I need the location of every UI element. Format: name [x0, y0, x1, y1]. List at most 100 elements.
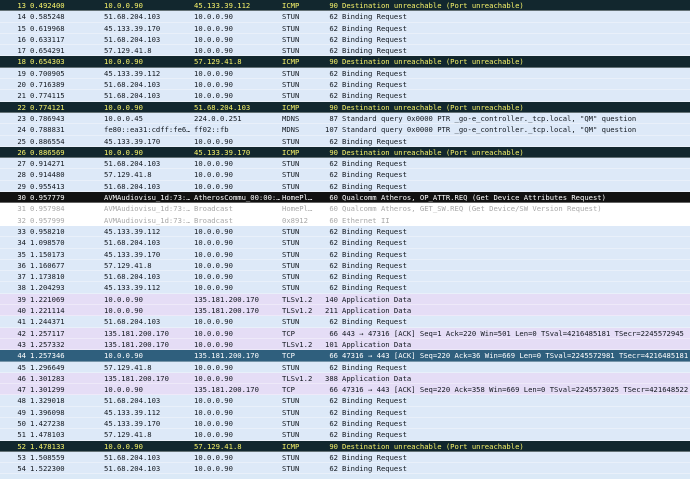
packet-number: 48: [17, 396, 26, 406]
packet-info: Binding Request: [342, 12, 407, 22]
packet-length: 62: [329, 272, 338, 282]
packet-protocol: STUN: [282, 407, 300, 417]
packet-source: 51.68.204.103: [104, 80, 161, 90]
packet-row[interactable]: 22 0.774121 10.0.0.90 51.68.204.103 ICMP 90 De…: [0, 101, 690, 113]
packet-info: Binding Request: [342, 181, 407, 191]
packet-length: 90: [329, 147, 338, 157]
packet-row[interactable]: 28 0.914480 57.129.41.8 10.0.0.90 STUN 62 Bind…: [0, 169, 690, 181]
packet-row[interactable]: 35 1.150173 45.133.39.170 10.0.0.90 STUN 62 Bi…: [0, 248, 690, 260]
packet-row[interactable]: 32 0.957999 AVMAudiovisu_1d:73:… Broadcast 0…: [0, 214, 690, 226]
packet-row[interactable]: 13 0.492400 10.0.0.90 45.133.39.112 ICMP 90 De…: [0, 0, 690, 12]
packet-row[interactable]: 21 0.774115 51.68.204.103 10.0.0.90 STUN 62 Bi…: [0, 90, 690, 102]
packet-info: Binding Request: [342, 23, 407, 33]
packet-time: 1.478103: [30, 430, 65, 440]
packet-length: 60: [329, 215, 338, 225]
packet-row[interactable]: 42 1.257117 135.181.200.170 10.0.0.90 TCP 66 4…: [0, 327, 690, 339]
packet-row[interactable]: 15 0.619968 45.133.39.170 10.0.0.90 STUN 62 Bi…: [0, 22, 690, 34]
packet-length: 66: [329, 328, 338, 338]
packet-row[interactable]: 30 0.957779 AVMAudiovisu_1d:73:… AtherosCom…: [0, 192, 690, 204]
packet-destination: 10.0.0.90: [194, 317, 233, 327]
packet-number: 28: [17, 170, 26, 180]
packet-row[interactable]: 19 0.700905 45.133.39.112 10.0.0.90 STUN 62 Bi…: [0, 67, 690, 80]
packet-row[interactable]: 31 0.957984 AVMAudiovisu_1d:73:… Broadcast H…: [0, 203, 690, 215]
packet-row[interactable]: 40 1.221114 10.0.0.90 135.181.200.170 TLSv1.…: [0, 305, 690, 317]
packet-row-selected[interactable]: 44 1.257346 10.0.0.90 135.181.200.170 TCP 66 4…: [0, 350, 690, 362]
packet-row[interactable]: 53 1.508559 51.68.204.103 10.0.0.90 STUN 62 Bi…: [0, 451, 690, 464]
packet-info: Destination unreachable (Port unreachabl…: [342, 147, 524, 157]
packet-info: Binding Request: [342, 136, 407, 146]
packet-source: 135.181.200.170: [104, 328, 169, 338]
packet-number: 46: [17, 373, 26, 383]
packet-info: Binding Request: [342, 452, 407, 462]
packet-source: 135.181.200.170: [104, 373, 169, 383]
packet-source: 51.68.204.103: [104, 238, 161, 248]
packet-destination: 10.0.0.90: [194, 80, 233, 90]
packet-destination: 10.0.0.90: [194, 328, 233, 338]
packet-source: 10.0.0.90: [104, 147, 143, 157]
packet-row[interactable]: 17 0.654291 57.129.41.8 10.0.0.90 STUN 62 Bind…: [0, 45, 690, 57]
packet-row[interactable]: 54 1.522300 51.68.204.103 10.0.0.90 STUN 62 Bi…: [0, 463, 690, 475]
packet-row[interactable]: 18 0.654303 10.0.0.90 57.129.41.8 ICMP 90 Dest…: [0, 56, 690, 68]
packet-destination: 10.0.0.90: [194, 238, 233, 248]
packet-protocol: STUN: [282, 272, 300, 282]
packet-destination: Broadcast: [194, 204, 233, 214]
packet-row[interactable]: 25 0.886554 45.133.39.170 10.0.0.90 STUN 62 Bi…: [0, 135, 690, 147]
packet-time: 1.427238: [30, 418, 65, 428]
packet-row[interactable]: 45 1.296649 57.129.41.8 10.0.0.90 STUN 62 Bind…: [0, 361, 690, 373]
packet-destination: 135.181.200.170: [194, 351, 259, 361]
packet-row[interactable]: 20 0.716389 51.68.204.103 10.0.0.90 STUN 62 Bi…: [0, 79, 690, 91]
packet-row[interactable]: 27 0.914271 51.68.204.103 10.0.0.90 STUN 62 Bi…: [0, 158, 690, 170]
packet-row[interactable]: 48 1.329018 51.68.204.103 10.0.0.90 STUN 62 Bi…: [0, 395, 690, 407]
packet-row[interactable]: 47 1.301299 10.0.0.90 135.181.200.170 TCP 66 4…: [0, 384, 690, 396]
packet-row[interactable]: 26 0.886569 10.0.0.90 45.133.39.170 ICMP 90 De…: [0, 146, 690, 159]
packet-destination: 10.0.0.90: [194, 249, 233, 259]
packet-info: Binding Request: [342, 272, 407, 282]
packet-info: Standard query 0x0000 PTR _go-e_controll…: [342, 113, 637, 123]
packet-row[interactable]: 16 0.633117 51.68.204.103 10.0.0.90 STUN 62 Bi…: [0, 33, 690, 46]
packet-row[interactable]: 34 1.098570 51.68.204.103 10.0.0.90 STUN 62 Bi…: [0, 237, 690, 249]
packet-number: 43: [17, 339, 26, 349]
packet-length: 62: [329, 260, 338, 270]
packet-row[interactable]: 29 0.955413 51.68.204.103 10.0.0.90 STUN 62 Bi…: [0, 180, 690, 193]
packet-destination: 10.0.0.90: [194, 272, 233, 282]
packet-row[interactable]: 37 1.173810 51.68.204.103 10.0.0.90 STUN 62 Bi…: [0, 271, 690, 283]
packet-number: 40: [17, 306, 26, 316]
packet-time: 1.257346: [30, 351, 65, 361]
packet-time: 1.257332: [30, 339, 65, 349]
packet-row[interactable]: 33 0.958210 45.133.39.112 10.0.0.90 STUN 62 Bi…: [0, 225, 690, 238]
packet-row[interactable]: 49 1.396098 45.133.39.112 10.0.0.90 STUN 62 Bi…: [0, 406, 690, 418]
packet-info: Binding Request: [342, 464, 407, 474]
packet-source: 45.133.39.170: [104, 249, 161, 259]
packet-row[interactable]: 36 1.160677 57.129.41.8 10.0.0.90 STUN 62 Bind…: [0, 259, 690, 272]
packet-source: 51.68.204.103: [104, 272, 161, 282]
packet-number: 20: [17, 80, 26, 90]
packet-protocol: STUN: [282, 317, 300, 327]
packet-row[interactable]: 39 1.221069 10.0.0.90 135.181.200.170 TLSv1.…: [0, 293, 690, 306]
packet-info: Ethernet II: [342, 215, 390, 225]
packet-time: 1.508559: [30, 452, 65, 462]
packet-length: 87: [329, 113, 338, 123]
packet-source: 57.129.41.8: [104, 430, 152, 440]
packet-number: 47: [17, 385, 26, 395]
packet-info: Binding Request: [342, 91, 407, 101]
packet-row[interactable]: 38 1.204293 45.133.39.112 10.0.0.90 STUN 62 Bi…: [0, 282, 690, 294]
packet-destination: 45.133.39.112: [194, 1, 251, 10]
packet-number: 50: [17, 418, 26, 428]
packet-row[interactable]: 50 1.427238 45.133.39.170 10.0.0.90 STUN 62 Bi…: [0, 417, 690, 430]
packet-protocol: STUN: [282, 283, 300, 293]
packet-row[interactable]: 41 1.244371 51.68.204.103 10.0.0.90 STUN 62 Bi…: [0, 316, 690, 328]
packet-row[interactable]: 52 1.478133 10.0.0.90 57.129.41.8 ICMP 90 Dest…: [0, 440, 690, 452]
packet-row[interactable]: 43 1.257332 135.181.200.170 10.0.0.90 TLSv1.…: [0, 338, 690, 351]
packet-row[interactable]: 14 0.585248 51.68.204.103 10.0.0.90 STUN 62 Bi…: [0, 11, 690, 23]
packet-list[interactable]: 13 0.492400 10.0.0.90 45.133.39.112 ICMP 90 De…: [0, 0, 690, 479]
packet-protocol: STUN: [282, 91, 300, 101]
packet-length: 62: [329, 452, 338, 462]
packet-row[interactable]: 51 1.478103 57.129.41.8 10.0.0.90 STUN 62 Bind…: [0, 429, 690, 441]
packet-number: 31: [17, 204, 26, 214]
packet-row[interactable]: 24 0.788831 fe80::ea31:cdff:fe6… ff02::fb MD…: [0, 124, 690, 136]
packet-info: Binding Request: [342, 80, 407, 90]
packet-row[interactable]: 46 1.301283 135.181.200.170 10.0.0.90 TLSv1.…: [0, 372, 690, 385]
packet-source: 57.129.41.8: [104, 362, 152, 372]
packet-protocol: STUN: [282, 12, 300, 22]
packet-row[interactable]: 23 0.786943 10.0.0.45 224.0.0.251 MDNS 87 Stan…: [0, 112, 690, 125]
